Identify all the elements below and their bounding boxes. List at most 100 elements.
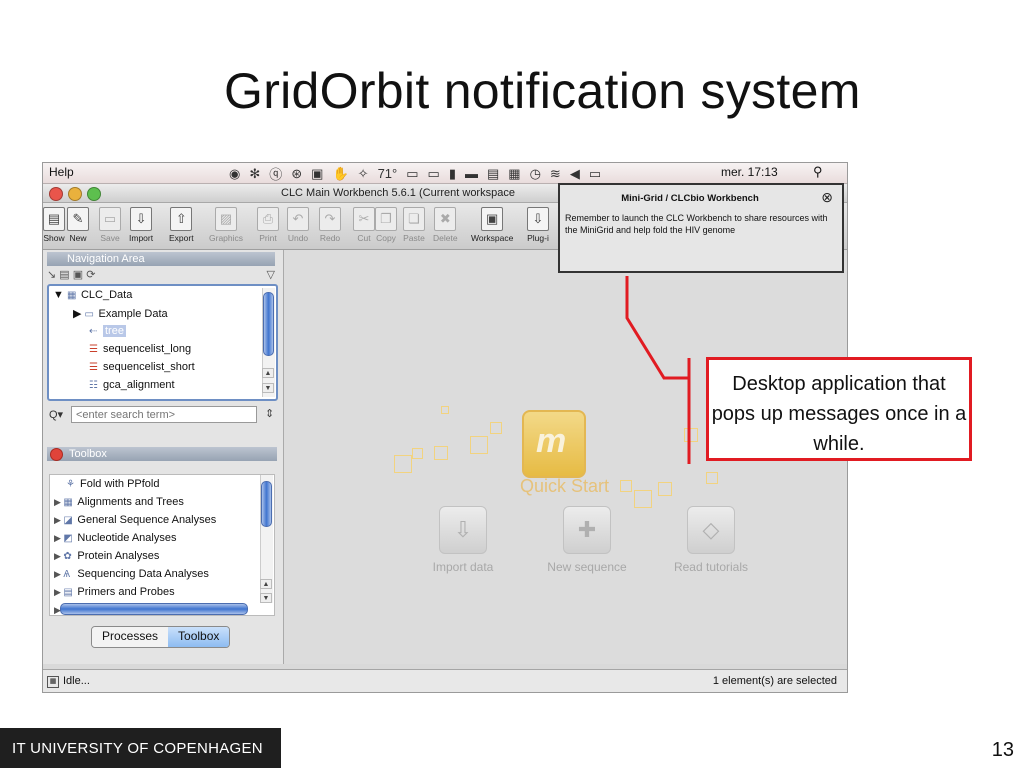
status-hand-icon[interactable]: ✋ <box>332 166 348 182</box>
filter-icon[interactable]: ▽ <box>267 268 275 281</box>
minimize-window-icon[interactable] <box>68 187 82 201</box>
toolbar-button-import[interactable]: ⇩ Import <box>129 207 153 243</box>
popup-close-icon[interactable]: ⊗ <box>821 189 833 206</box>
status-gear-icon[interactable]: ✻ <box>249 166 260 182</box>
import-data-label: Import data <box>432 560 494 574</box>
toolbar-button-new[interactable]: ✎ New <box>67 207 89 243</box>
status-bar-icon[interactable]: ▮ <box>449 166 456 182</box>
toolbar-button-print[interactable]: ⎙ Print <box>257 207 279 243</box>
new-sequence-action[interactable]: ✚ New sequence <box>532 506 642 574</box>
scroll-up-icon[interactable]: ▲ <box>260 579 272 589</box>
import-icon: ⇩ <box>130 207 153 231</box>
paste-icon: ❏ <box>403 207 425 231</box>
tree-item[interactable]: ☷ gca_alignment <box>89 379 175 391</box>
primers-icon: ▤ <box>63 587 73 598</box>
collapse-arrow-icon[interactable]: ▶ <box>73 308 81 320</box>
expand-arrow-icon[interactable]: ▶ <box>54 497 63 507</box>
status-q-icon[interactable]: ⓠ <box>269 164 282 183</box>
status-sync-icon[interactable]: ⊛ <box>291 166 302 182</box>
alignment-icon: ☷ <box>89 380 98 391</box>
status-input-icon[interactable]: ▭ <box>589 166 601 182</box>
status-temperature[interactable]: 71° <box>378 166 398 181</box>
toolbox-item-label: Primers and Probes <box>77 586 175 598</box>
status-screen-icon[interactable]: ▤ <box>487 166 499 182</box>
menu-help[interactable]: Help <box>49 165 74 179</box>
scroll-down-icon[interactable]: ▼ <box>260 593 272 603</box>
toolbar-button-cut[interactable]: ✂ Cut <box>353 207 375 243</box>
zoom-window-icon[interactable] <box>87 187 101 201</box>
window-controls <box>49 187 101 201</box>
status-window-icon[interactable]: ▭ <box>406 166 418 182</box>
nav-refresh-icon[interactable]: ⟳ <box>86 269 95 281</box>
toolbox-header[interactable]: Toolbox <box>47 447 277 461</box>
expand-arrow-icon[interactable]: ▶ <box>54 587 63 597</box>
navigation-tree: ▼ ▦ CLC_Data ▶ ▭ Example Data ⇠ tree ☰ seque… <box>47 284 278 401</box>
toolbox-item-label: General Sequence Analyses <box>77 514 217 526</box>
toolbox-item[interactable]: ▶ Ѧ Sequencing Data Analyses <box>54 568 209 580</box>
close-window-icon[interactable] <box>49 187 63 201</box>
folder-icon: ▦ <box>66 290 77 301</box>
toolbar-button-delete[interactable]: ✖ Delete <box>433 207 458 243</box>
notification-popup[interactable]: Mini-Grid / CLCbio Workbench ⊗ Remember … <box>558 183 844 273</box>
toolbar-button-workspace[interactable]: ▣ Workspace <box>471 207 513 243</box>
expand-arrow-icon[interactable]: ▶ <box>54 533 63 543</box>
status-sun-icon[interactable]: ✧ <box>358 166 369 182</box>
toolbox-scrollbar[interactable] <box>261 481 272 527</box>
menubar-clock[interactable]: mer. 17:13 <box>721 165 778 179</box>
status-grid-icon[interactable]: ▦ <box>47 676 59 688</box>
tab-toolbox[interactable]: Toolbox <box>168 627 230 647</box>
search-input[interactable] <box>71 406 257 423</box>
status-grid-icon[interactable]: ▦ <box>508 166 520 182</box>
toolbar-button-redo[interactable]: ↷ Redo <box>319 207 341 243</box>
nav-add-icon[interactable]: ▣ <box>73 269 83 281</box>
toolbox-item[interactable]: ▶ ✿ Protein Analyses <box>54 550 159 562</box>
scroll-up-icon[interactable]: ▲ <box>262 368 274 378</box>
toolbar-button-save[interactable]: ▭ Save <box>99 207 121 243</box>
toolbox-item[interactable]: ▶ ◩ Nucleotide Analyses <box>54 532 176 544</box>
tree-item[interactable]: ☰ sequencelist_long <box>89 343 191 355</box>
status-globe-icon[interactable]: ◉ <box>229 166 240 182</box>
toolbox-hscrollbar[interactable] <box>60 603 248 615</box>
tree-item-selected[interactable]: ⇠ tree <box>89 325 126 337</box>
import-data-action[interactable]: ⇩ Import data <box>408 506 518 574</box>
tree-item[interactable]: ▼ ▦ CLC_Data <box>53 289 132 301</box>
search-icon[interactable]: Q▾ <box>49 408 63 421</box>
status-battery-icon[interactable]: ▬ <box>465 166 478 181</box>
toolbar-button-copy[interactable]: ❐ Copy <box>375 207 397 243</box>
nav-scrollbar[interactable] <box>263 292 274 356</box>
status-clock-icon[interactable]: ◷ <box>530 166 541 182</box>
expand-arrow-icon[interactable]: ▶ <box>54 569 63 579</box>
read-tutorials-action[interactable]: ◇ Read tutorials <box>656 506 766 574</box>
tab-processes[interactable]: Processes <box>92 627 169 647</box>
tree-item[interactable]: ▶ ▭ Example Data <box>73 307 168 320</box>
toolbar-button-show[interactable]: ▤ Show <box>43 207 65 243</box>
toolbox-item-label: Sequencing Data Analyses <box>77 568 209 580</box>
expand-arrow-icon[interactable]: ▶ <box>54 515 63 525</box>
search-options-icon[interactable]: ⇕ <box>265 407 274 420</box>
status-volume-icon[interactable]: ◀ <box>570 166 580 182</box>
toolbar-button-paste[interactable]: ❏ Paste <box>403 207 425 243</box>
status-lock-icon[interactable]: ▣ <box>311 166 323 182</box>
toolbar-button-label: Redo <box>319 233 341 243</box>
toolbox-item[interactable]: ▶ ▤ Primers and Probes <box>54 586 175 598</box>
navigation-toolbar: ↘ ▤ ▣ ⟳ ▽ <box>47 268 275 282</box>
expand-arrow-icon[interactable]: ▶ <box>54 551 63 561</box>
navigation-area-header[interactable]: Navigation Area <box>47 252 275 266</box>
scroll-down-icon[interactable]: ▼ <box>262 383 274 393</box>
toolbar-button-plug-i[interactable]: ⇩ Plug-i <box>527 207 549 243</box>
expand-arrow-icon[interactable]: ▼ <box>53 289 64 301</box>
nav-new-folder-icon[interactable]: ▤ <box>59 269 69 281</box>
spotlight-icon[interactable]: ⚲ <box>813 164 823 180</box>
new-sequence-label: New sequence <box>547 560 627 574</box>
status-window2-icon[interactable]: ▭ <box>428 166 440 182</box>
tree-item[interactable]: ☰ sequencelist_short <box>89 361 195 373</box>
toolbox-item[interactable]: ⚘ Fold with PPfold <box>66 478 159 490</box>
toolbox-item[interactable]: ▶ ▦ Alignments and Trees <box>54 496 184 508</box>
toolbar-button-graphics[interactable]: ▨ Graphics <box>209 207 243 243</box>
nav-select-icon[interactable]: ↘ <box>47 269 56 281</box>
toolbar-button-undo[interactable]: ↶ Undo <box>287 207 309 243</box>
close-toolbox-icon[interactable] <box>50 448 63 461</box>
toolbox-item[interactable]: ▶ ◪ General Sequence Analyses <box>54 514 216 526</box>
status-wifi-icon[interactable]: ≋ <box>550 166 561 182</box>
toolbar-button-export[interactable]: ⇧ Export <box>169 207 194 243</box>
